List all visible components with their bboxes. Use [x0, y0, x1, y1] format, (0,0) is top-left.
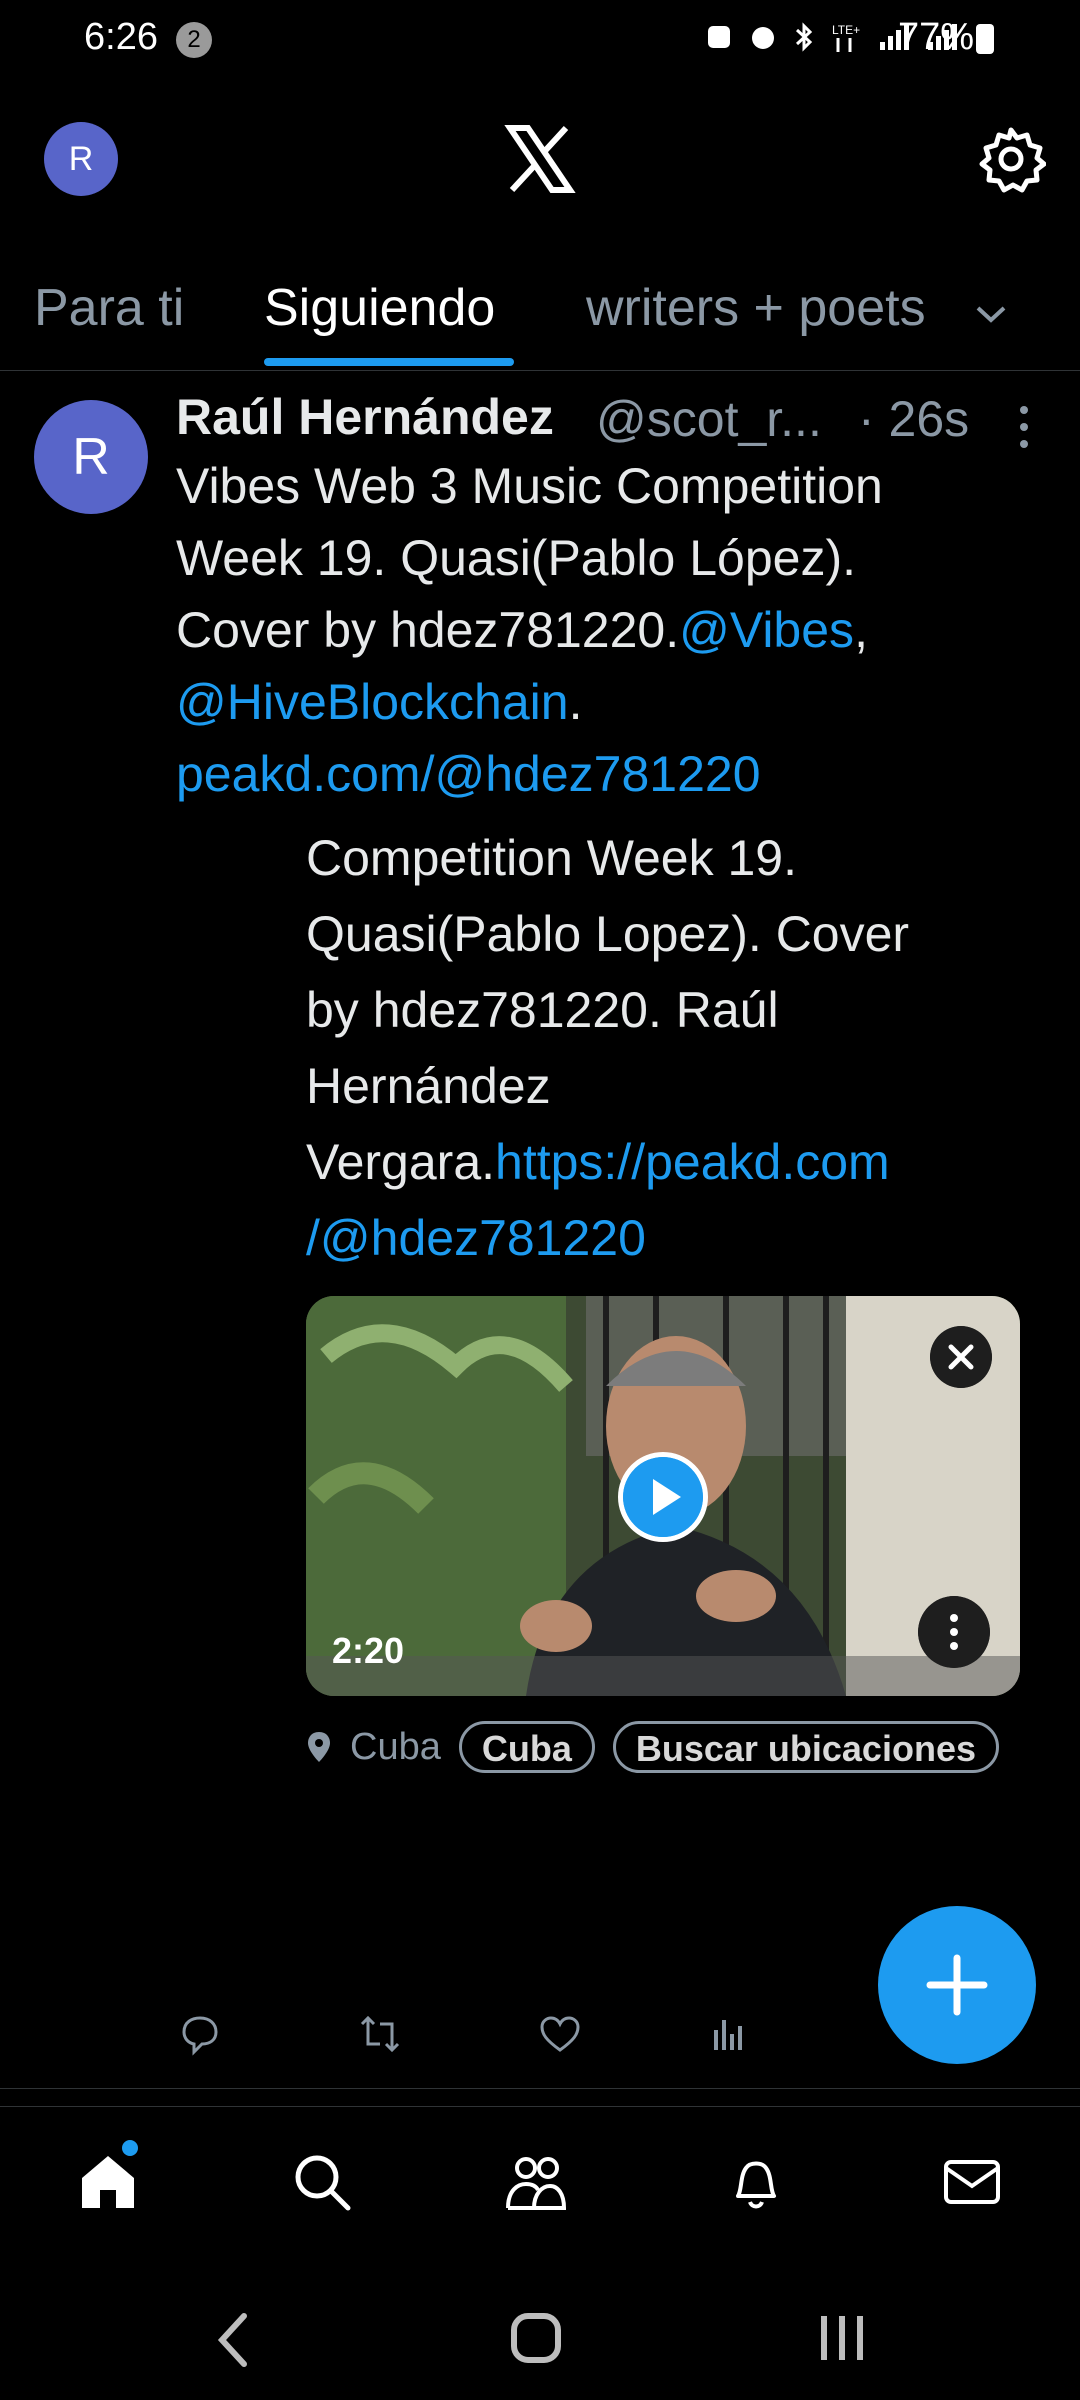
home-notification-dot: [122, 2140, 138, 2156]
back-icon[interactable]: [214, 2310, 254, 2370]
like-icon[interactable]: [536, 2010, 584, 2058]
profile-avatar[interactable]: R: [44, 122, 118, 196]
bluetooth-icon: [795, 22, 813, 52]
tab-writers-poets[interactable]: writers + poets: [586, 278, 926, 338]
notification-count-badge: 2: [176, 22, 212, 58]
location-label: Cuba: [350, 1725, 441, 1768]
views-icon[interactable]: [706, 2010, 754, 2058]
lte-icon: LTE+: [832, 23, 860, 52]
status-time: 6:26: [84, 16, 158, 58]
period: .: [568, 674, 583, 730]
post-text-line: Vibes Web 3 Music Competition: [176, 458, 883, 514]
timeline-tabs: Para ti Siguiendo writers + poets: [0, 260, 1080, 371]
video-more-icon[interactable]: [918, 1596, 990, 1668]
link-card-text: Competition Week 19. Quasi(Pablo Lopez).…: [306, 820, 1006, 1276]
post-author-avatar[interactable]: R: [34, 400, 148, 514]
card-text-line: Competition Week 19.: [306, 830, 797, 886]
tab-siguiendo[interactable]: Siguiendo: [264, 278, 495, 338]
recents-icon[interactable]: [816, 2310, 868, 2366]
communities-icon[interactable]: [504, 2150, 568, 2214]
gear-icon[interactable]: [976, 124, 1046, 194]
home-button-icon[interactable]: [508, 2310, 564, 2366]
card-text-segment: Vergara.: [306, 1134, 496, 1190]
svg-text:LTE+: LTE+: [832, 23, 860, 37]
active-tab-indicator: [264, 358, 514, 366]
system-navigation-bar: [0, 2290, 1080, 2400]
card-text-line: by hdez781220. Raúl: [306, 982, 779, 1038]
post-text-segment: Cover by hdez781220.: [176, 602, 680, 658]
mail-icon[interactable]: [940, 2150, 1004, 2214]
chevron-down-icon[interactable]: [974, 304, 1008, 324]
status-bar: 6:26 2 LTE+ 77%: [0, 0, 1080, 80]
plus-icon: [926, 1954, 988, 2016]
battery-percent: 77%: [898, 16, 975, 58]
x-logo-icon: [504, 125, 576, 193]
post-text-line: @HiveBlockchain.: [176, 666, 1046, 738]
card-text-line: Hernández: [306, 1058, 551, 1114]
divider: [0, 2088, 1080, 2089]
search-icon[interactable]: [290, 2150, 354, 2214]
mention-hive-link[interactable]: @HiveBlockchain: [176, 674, 569, 730]
video-duration: 2:20: [332, 1630, 405, 1671]
alarm-icon: [752, 27, 774, 49]
post-text-line: Cover by hdez781220.@Vibes,: [176, 594, 1046, 666]
recycle-icon: [708, 26, 730, 48]
mention-vibes-link[interactable]: @Vibes: [679, 602, 854, 658]
post-url-link[interactable]: peakd.com/@hdez781220: [176, 738, 1046, 810]
tab-para-ti[interactable]: Para ti: [34, 278, 184, 338]
comma: ,: [854, 602, 868, 658]
location-chip-cuba[interactable]: Cuba: [458, 1721, 595, 1773]
more-options-icon[interactable]: [1012, 402, 1036, 452]
post-text-line: Week 19. Quasi(Pablo López).: [176, 530, 857, 586]
play-icon[interactable]: [618, 1452, 708, 1542]
card-url-link-part1[interactable]: https://peakd.com: [495, 1134, 890, 1190]
repost-icon[interactable]: [356, 2010, 404, 2058]
post-author-handle[interactable]: @scot_r...: [596, 390, 822, 448]
location-row: Cuba Cuba Buscar ubicaciones: [306, 1718, 999, 1776]
battery-icon: [976, 24, 994, 54]
bell-icon[interactable]: [724, 2150, 788, 2214]
card-text-line: Quasi(Pablo Lopez). Cover: [306, 906, 910, 962]
close-icon[interactable]: [930, 1326, 992, 1388]
post-time-ago: · 26s: [858, 391, 970, 447]
card-url-link-part2[interactable]: /@hdez781220: [306, 1200, 1006, 1276]
location-pin-icon: [308, 1732, 330, 1762]
card-text-line: Vergara.https://peakd.com: [306, 1124, 1006, 1200]
compose-button[interactable]: [878, 1906, 1036, 2064]
home-icon[interactable]: [76, 2150, 140, 2214]
post-author-name[interactable]: Raúl Hernández: [176, 388, 554, 446]
search-locations-chip[interactable]: Buscar ubicaciones: [612, 1721, 999, 1773]
post-text: Vibes Web 3 Music Competition Week 19. Q…: [176, 450, 1046, 810]
reply-icon[interactable]: [176, 2010, 224, 2058]
